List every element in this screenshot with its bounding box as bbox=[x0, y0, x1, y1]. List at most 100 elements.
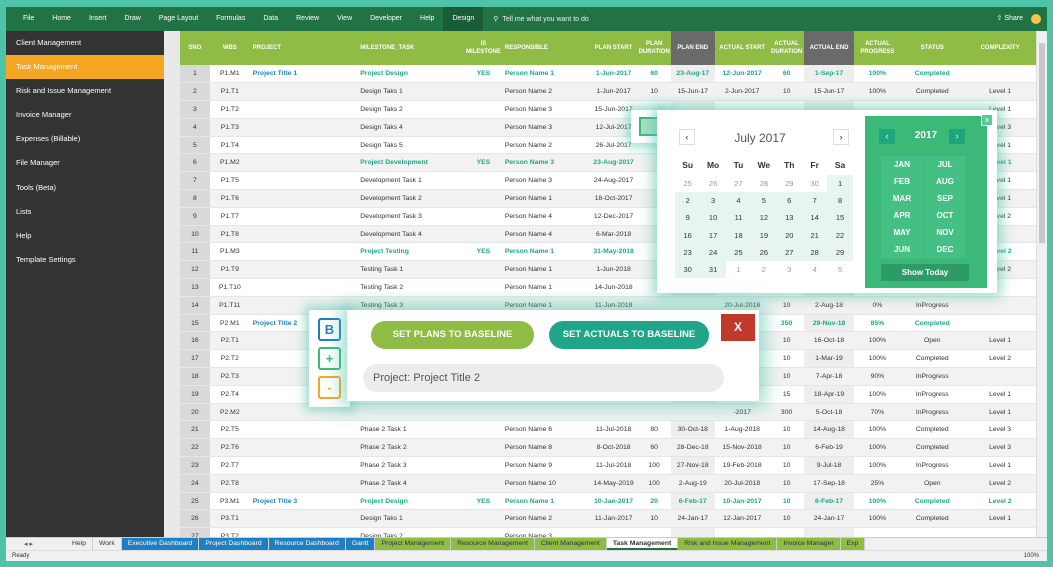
sheet-tab-resource-management[interactable]: Resource Management bbox=[451, 538, 535, 550]
day-cell[interactable]: 6 bbox=[776, 192, 802, 210]
table-cell[interactable]: 100 bbox=[637, 456, 671, 475]
table-cell[interactable]: 10 bbox=[637, 509, 671, 529]
table-cell[interactable]: P2.T1 bbox=[209, 331, 250, 351]
table-cell[interactable]: Person Name 4 bbox=[501, 225, 590, 244]
table-cell[interactable]: Person Name 3 bbox=[501, 527, 590, 537]
table-cell[interactable]: 100% bbox=[854, 82, 901, 102]
table-cell[interactable]: 18-Oct-2017 bbox=[589, 189, 638, 208]
show-today-button[interactable]: Show Today bbox=[881, 264, 969, 281]
table-cell[interactable] bbox=[249, 474, 358, 493]
table-cell[interactable]: 25 bbox=[180, 492, 210, 511]
table-cell[interactable]: 16 bbox=[180, 331, 210, 351]
table-cell[interactable]: 17 bbox=[180, 349, 210, 369]
sheet-tab-resource-dashboard[interactable]: Resource Dashboard bbox=[268, 538, 346, 550]
sidebar-item-template-settings[interactable]: Template Settings bbox=[6, 248, 164, 272]
table-cell[interactable]: Design Taks 2 bbox=[357, 100, 465, 119]
table-cell[interactable]: 14 bbox=[180, 296, 210, 315]
calendar-close-button[interactable]: x bbox=[981, 114, 993, 126]
table-cell[interactable]: 24-Jan-17 bbox=[803, 509, 855, 529]
table-cell[interactable] bbox=[964, 527, 1036, 537]
sheet-tab-client-management[interactable]: Client Management bbox=[534, 538, 607, 550]
table-cell[interactable]: Completed bbox=[900, 314, 965, 333]
table-cell[interactable]: P1.M2 bbox=[209, 153, 250, 173]
table-cell[interactable]: 6-Feb-19 bbox=[803, 438, 855, 458]
table-cell[interactable]: Design Taks 1 bbox=[357, 82, 465, 102]
table-cell[interactable]: P1.T9 bbox=[209, 260, 250, 280]
table-cell[interactable]: 60 bbox=[769, 65, 804, 84]
table-cell[interactable]: Completed bbox=[900, 509, 965, 529]
table-cell[interactable]: 6-Feb-17 bbox=[670, 492, 715, 511]
table-cell[interactable] bbox=[900, 527, 965, 537]
table-cell[interactable]: P1.T8 bbox=[209, 225, 250, 244]
table-cell[interactable]: 14-May-2019 bbox=[589, 474, 638, 493]
table-cell[interactable] bbox=[464, 420, 502, 440]
table-cell[interactable] bbox=[464, 171, 502, 191]
table-cell[interactable]: P2.T3 bbox=[209, 367, 250, 386]
table-cell[interactable] bbox=[501, 403, 590, 422]
table-cell[interactable] bbox=[249, 527, 358, 537]
day-cell[interactable]: 31 bbox=[700, 260, 726, 279]
table-cell[interactable]: Development Task 3 bbox=[357, 207, 465, 226]
sidebar-item-expenses-billable-[interactable]: Expenses (Billable) bbox=[6, 127, 164, 151]
table-cell[interactable]: 1-Aug-2018 bbox=[714, 420, 770, 440]
table-cell[interactable]: 11-Jul-2018 bbox=[589, 420, 638, 440]
table-cell[interactable] bbox=[964, 314, 1036, 333]
table-cell[interactable]: Testing Task 1 bbox=[357, 260, 465, 280]
table-cell[interactable]: InProgress bbox=[900, 385, 965, 404]
sheet-tab-work[interactable]: Work bbox=[93, 538, 122, 550]
table-cell[interactable]: 30-Oct-18 bbox=[670, 420, 715, 440]
table-cell[interactable]: P1.T6 bbox=[209, 189, 250, 208]
table-cell[interactable]: 5-Oct-18 bbox=[803, 403, 855, 422]
table-cell[interactable]: 28-Dec-18 bbox=[670, 438, 715, 458]
sidebar-item-risk-and-issue-management[interactable]: Risk and Issue Management bbox=[6, 79, 164, 103]
day-cell[interactable]: 8 bbox=[827, 192, 853, 210]
table-cell[interactable]: 9-Jul-18 bbox=[803, 456, 855, 475]
table-cell[interactable] bbox=[249, 207, 358, 226]
table-cell[interactable] bbox=[964, 296, 1036, 315]
table-cell[interactable]: 1 bbox=[180, 65, 210, 84]
table-cell[interactable] bbox=[249, 118, 358, 137]
table-cell[interactable]: 6-Feb-17 bbox=[803, 492, 855, 511]
sheet-tab-project-management[interactable]: Project Management bbox=[375, 538, 452, 550]
month-cell[interactable]: SEP bbox=[924, 190, 966, 207]
table-cell[interactable]: 350 bbox=[769, 314, 804, 333]
sheet-tab-invoice-manager[interactable]: Invoice Manager bbox=[777, 538, 841, 550]
table-cell[interactable]: Person Name 8 bbox=[501, 438, 590, 458]
table-cell[interactable]: Level 2 bbox=[964, 349, 1036, 369]
table-cell[interactable] bbox=[714, 527, 770, 537]
table-cell[interactable]: P3.T1 bbox=[209, 509, 250, 529]
table-cell[interactable]: 5 bbox=[180, 136, 210, 155]
day-cell[interactable]: 29 bbox=[827, 243, 853, 261]
table-cell[interactable]: P1.M3 bbox=[209, 242, 250, 262]
table-cell[interactable]: 15-Nov-2018 bbox=[714, 438, 770, 458]
month-cell[interactable]: NOV bbox=[924, 224, 966, 241]
table-cell[interactable] bbox=[464, 509, 502, 529]
table-cell[interactable]: 18-Apr-19 bbox=[803, 385, 855, 404]
table-cell[interactable]: Project Title 3 bbox=[249, 492, 358, 511]
day-cell[interactable]: 27 bbox=[776, 243, 802, 261]
next-month-button[interactable]: › bbox=[833, 129, 849, 145]
sheet-tab-help[interactable]: Help bbox=[66, 538, 93, 550]
table-cell[interactable]: 10 bbox=[769, 492, 804, 511]
sidebar-item-client-management[interactable]: Client Management bbox=[6, 31, 164, 55]
table-cell[interactable]: 85% bbox=[854, 314, 901, 333]
table-cell[interactable]: Level 1 bbox=[964, 331, 1036, 351]
table-cell[interactable]: 15 bbox=[769, 385, 804, 404]
day-cell[interactable]: 1 bbox=[725, 260, 752, 279]
table-cell[interactable] bbox=[589, 527, 638, 537]
day-cell[interactable]: 4 bbox=[801, 260, 828, 279]
table-cell[interactable]: Person Name 1 bbox=[501, 260, 590, 280]
table-cell[interactable]: Level 2 bbox=[964, 474, 1036, 493]
table-cell[interactable]: 80 bbox=[637, 420, 671, 440]
expand-button[interactable]: + bbox=[318, 347, 341, 370]
table-cell[interactable] bbox=[964, 367, 1036, 386]
table-cell[interactable]: Level 1 bbox=[964, 385, 1036, 404]
table-cell[interactable] bbox=[249, 171, 358, 191]
table-cell[interactable]: P1.T7 bbox=[209, 207, 250, 226]
table-cell[interactable]: P1.T10 bbox=[209, 278, 250, 297]
table-cell[interactable] bbox=[769, 527, 804, 537]
table-cell[interactable]: 10 bbox=[769, 349, 804, 369]
table-cell[interactable]: Completed bbox=[900, 82, 965, 102]
sidebar-item-help[interactable]: Help bbox=[6, 224, 164, 248]
table-cell[interactable]: 100% bbox=[854, 349, 901, 369]
